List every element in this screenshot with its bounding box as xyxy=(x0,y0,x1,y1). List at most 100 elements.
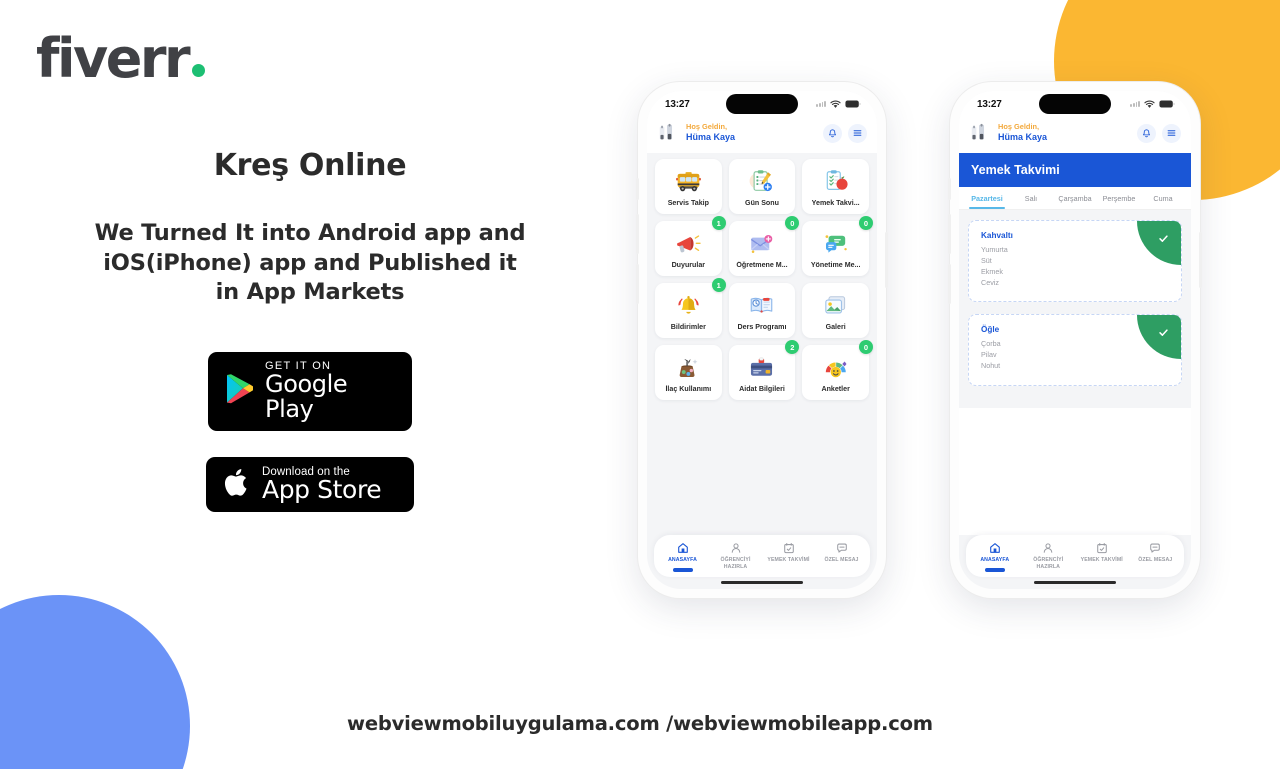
hamburger-menu-icon[interactable] xyxy=(1162,123,1181,143)
message-icon xyxy=(836,541,848,555)
phone1-home-indicator[interactable] xyxy=(721,580,803,584)
person-icon xyxy=(1042,541,1054,555)
tile-label: İlaç Kullanımı xyxy=(665,384,712,393)
phone2-power-button[interactable] xyxy=(1199,232,1202,288)
phone-mockup-home: 13:27 Hoş Geldin, Hüma Kaya Servis Takip… xyxy=(636,82,888,598)
hamburger-menu-icon[interactable] xyxy=(848,123,867,143)
chat-bubbles-icon xyxy=(822,229,849,259)
nav-active-indicator xyxy=(984,567,1005,572)
greeting-block: Hoş Geldin, Hüma Kaya xyxy=(686,123,735,142)
tile-gun-sonu[interactable]: Gün Sonu xyxy=(728,159,796,214)
tile-ogretmene-mesaj[interactable]: 0 Öğretmene M... xyxy=(728,216,800,276)
nav-label: YEMEK TAKVİMİ xyxy=(1080,557,1123,564)
tile-label: Ders Programı xyxy=(737,322,787,331)
phone1-mute-switch[interactable] xyxy=(636,178,639,200)
phone1-volume-up-button[interactable] xyxy=(636,214,639,254)
tile-ders-programi[interactable]: Ders Programı xyxy=(728,283,796,338)
phone1-content-spacer xyxy=(647,406,877,535)
day-tab-cuma[interactable]: Cuma xyxy=(1141,187,1185,209)
check-icon xyxy=(1159,235,1168,242)
nav-item-yemek-takvimi[interactable]: YEMEK TAKVİMİ xyxy=(1075,541,1129,572)
phone1-app-header: Hoş Geldin, Hüma Kaya xyxy=(647,117,877,153)
day-tab-pazartesi[interactable]: Pazartesi xyxy=(965,187,1009,209)
tile-yemek-takvimi[interactable]: Yemek Takvi... xyxy=(802,159,869,214)
google-play-badge[interactable]: GET IT ON Google Play xyxy=(208,352,412,431)
user-name: Hüma Kaya xyxy=(686,132,736,143)
meal-item: Nohut xyxy=(981,360,1001,370)
bell-icon[interactable] xyxy=(823,123,842,143)
store-badges: GET IT ON Google Play Download on the Ap… xyxy=(0,352,620,513)
meal-card-kahvalti[interactable]: Kahvaltı Yumurta Süt Ekmek Ceviz xyxy=(968,220,1182,302)
tile-badge: 2 xyxy=(785,340,800,354)
nav-active-indicator xyxy=(672,567,693,572)
tile-badge: 1 xyxy=(711,216,726,230)
tile-anketler[interactable]: 0 Anketler xyxy=(802,340,873,400)
home-icon xyxy=(989,541,1001,555)
phone1-status-bar: 13:27 xyxy=(647,91,877,117)
phone1-power-button[interactable] xyxy=(885,232,888,288)
tile-servis-takip[interactable]: Servis Takip xyxy=(655,159,722,214)
nav-item-ozel-mesaj[interactable]: ÖZEL MESAJ xyxy=(815,541,868,572)
app-store-badge[interactable]: Download on the App Store xyxy=(206,456,414,513)
app-tile-grid: Servis Takip Gün Sonu Yemek Takvi... 1 D… xyxy=(647,153,877,406)
calendar-check-icon xyxy=(783,541,795,555)
decorative-blue-circle xyxy=(0,595,190,769)
dynamic-island xyxy=(726,94,798,114)
app-logo-icon xyxy=(971,123,985,140)
dynamic-island xyxy=(1039,94,1111,114)
nav-item-ogrenciyi-hazirla[interactable]: ÖĞRENCİYİ HAZIRLA xyxy=(1022,541,1076,572)
phone2-mute-switch[interactable] xyxy=(948,178,951,200)
tile-galeri[interactable]: Galeri xyxy=(802,283,869,338)
tile-label: Galeri xyxy=(825,322,846,331)
phone2-app-header: Hoş Geldin, Hüma Kaya xyxy=(959,117,1191,153)
envelope-icon xyxy=(748,229,775,259)
app-logo-icon xyxy=(659,123,673,140)
tile-duyurular[interactable]: 1 Duyurular xyxy=(655,216,726,276)
tile-badge: 0 xyxy=(785,216,800,230)
phone1-volume-down-button[interactable] xyxy=(636,264,639,304)
tile-yonetime-mesaj[interactable]: 0 Yönetime Me... xyxy=(802,216,873,276)
apple-icon xyxy=(224,467,250,503)
day-tab-persembe[interactable]: Perşembe xyxy=(1097,187,1141,209)
tile-label: Öğretmene M... xyxy=(736,260,788,269)
credit-card-icon xyxy=(748,353,775,383)
nav-item-anasayfa[interactable]: ANASAYFA xyxy=(968,541,1022,572)
clipboard-pencil-icon xyxy=(749,167,775,197)
bell-icon[interactable] xyxy=(1137,123,1156,143)
day-tab-sali[interactable]: Salı xyxy=(1009,187,1053,209)
phone2-volume-up-button[interactable] xyxy=(948,214,951,254)
nav-label: ÖZEL MESAJ xyxy=(824,557,859,564)
bell-ring-icon xyxy=(676,291,701,321)
day-tab-carsamba[interactable]: Çarşamba xyxy=(1053,187,1097,209)
nav-label: ÖĞRENCİYİ HAZIRLA xyxy=(720,557,751,570)
status-indicators xyxy=(1130,100,1175,109)
status-time: 13:27 xyxy=(977,98,1002,110)
meal-item: Ekmek xyxy=(981,266,1003,276)
nav-label: ÖZEL MESAJ xyxy=(1138,557,1173,564)
meal-card-ogle[interactable]: Öğle Çorba Pilav Nohut xyxy=(968,313,1182,386)
phone-mockup-meal-calendar: 13:27 Hoş Geldin, Hüma Kaya Yemek Takvim… xyxy=(948,82,1202,598)
google-play-badge-big: Google Play xyxy=(265,369,348,423)
calendar-check-icon xyxy=(1096,541,1108,555)
phone2-volume-down-button[interactable] xyxy=(948,264,951,304)
fiverr-wordmark: fiverr xyxy=(36,27,191,90)
nav-item-yemek-takvimi[interactable]: YEMEK TAKVİMİ xyxy=(762,541,815,572)
tile-aidat-bilgileri[interactable]: 2 Aidat Bilgileri xyxy=(728,340,800,400)
wifi-icon xyxy=(830,100,841,108)
tile-label: Yemek Takvi... xyxy=(811,198,860,207)
phone2-home-indicator[interactable] xyxy=(1034,580,1116,584)
nav-item-ogrenciyi-hazirla[interactable]: ÖĞRENCİYİ HAZIRLA xyxy=(709,541,762,572)
phone1-header-actions xyxy=(823,123,867,143)
nav-item-ozel-mesaj[interactable]: ÖZEL MESAJ xyxy=(1129,541,1183,572)
tile-ilac-kullanimi[interactable]: İlaç Kullanımı xyxy=(655,345,722,400)
tile-bildirimler[interactable]: 1 Bildirimler xyxy=(655,278,726,338)
home-icon xyxy=(677,541,689,555)
day-tab-bar: Pazartesi Salı Çarşamba Perşembe Cuma xyxy=(959,187,1191,210)
tile-label: Gün Sonu xyxy=(745,198,779,207)
google-play-badge-text: GET IT ON Google Play xyxy=(265,360,394,423)
phone2-screen: 13:27 Hoş Geldin, Hüma Kaya Yemek Takvim… xyxy=(959,91,1191,589)
signal-icon xyxy=(1130,101,1140,107)
tile-label: Anketler xyxy=(821,384,850,393)
message-icon xyxy=(1149,541,1161,555)
nav-item-anasayfa[interactable]: ANASAYFA xyxy=(656,541,709,572)
